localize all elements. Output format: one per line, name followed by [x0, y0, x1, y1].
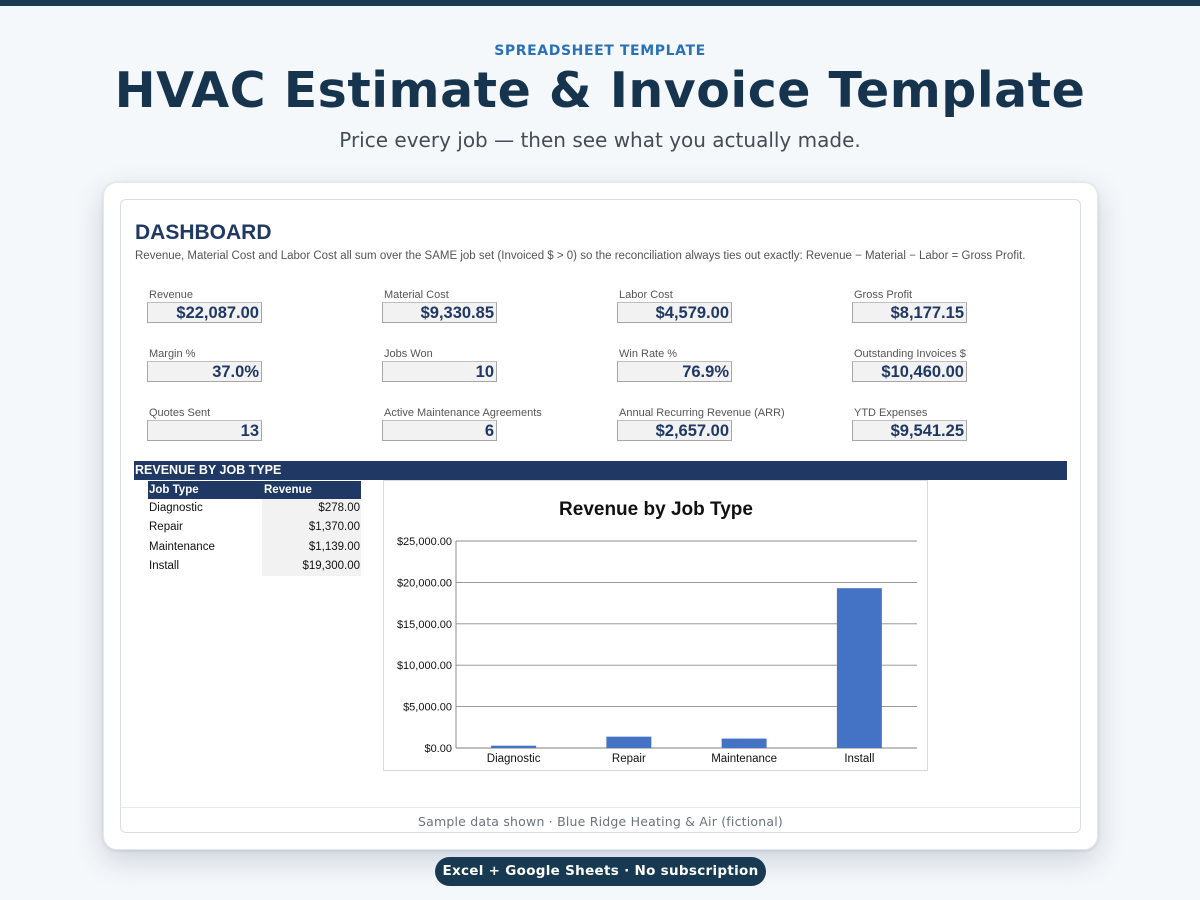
kpi-value[interactable]: $2,657.00: [617, 420, 732, 441]
x-tick-label: Diagnostic: [487, 753, 541, 765]
kpi-ytd-expenses: YTD Expenses $9,541.25: [840, 407, 980, 441]
chart-bars: [491, 588, 882, 748]
job-type-cell[interactable]: Repair: [148, 518, 262, 537]
kpi-label: Annual Recurring Revenue (ARR): [619, 407, 785, 419]
kpi-label: Win Rate %: [619, 348, 678, 360]
table-row: Diagnostic $278.00: [148, 499, 361, 519]
page-title: HVAC Estimate & Invoice Template: [114, 62, 1086, 119]
job-type-cell[interactable]: Maintenance: [148, 538, 262, 557]
kpi-value[interactable]: 10: [382, 361, 497, 382]
table-row: Maintenance $1,139.00: [148, 537, 361, 557]
y-tick-label: $5,000.00: [403, 702, 452, 714]
kpi-outstanding-invoices: Outstanding Invoices $ $10,460.00: [840, 348, 980, 382]
kpi-arr: Annual Recurring Revenue (ARR) $2,657.00: [605, 407, 785, 441]
bar-repair[interactable]: [606, 736, 652, 748]
eyebrow-label: SPREADSHEET TEMPLATE: [494, 43, 706, 59]
kpi-value[interactable]: $22,087.00: [147, 302, 262, 323]
kpi-quotes-sent: Quotes Sent 13: [135, 407, 275, 441]
y-tick-label: $10,000.00: [397, 660, 452, 672]
y-tick-label: $15,000.00: [397, 619, 452, 631]
kpi-label: Outstanding Invoices $: [854, 348, 966, 360]
column-header-revenue[interactable]: Revenue: [262, 481, 361, 499]
platform-badge: Excel + Google Sheets · No subscription: [435, 857, 766, 886]
kpi-value[interactable]: 37.0%: [147, 361, 262, 382]
kpi-label: Material Cost: [384, 289, 449, 301]
kpi-label: Jobs Won: [384, 348, 433, 360]
y-tick-label: $0.00: [424, 743, 452, 755]
kpi-margin: Margin % 37.0%: [135, 348, 275, 382]
kpi-label: Revenue: [149, 289, 194, 301]
kpi-label: Margin %: [149, 348, 196, 360]
kpi-jobs-won: Jobs Won 10: [370, 348, 510, 382]
x-tick-label: Repair: [612, 753, 646, 765]
revenue-cell[interactable]: $1,370.00: [262, 518, 361, 538]
bar-install[interactable]: [836, 588, 882, 748]
kpi-value[interactable]: $9,330.85: [382, 302, 497, 323]
kpi-label: Gross Profit: [854, 289, 913, 301]
chart-svg: Revenue by Job Type $0.00 $5,000.00 $10,00…: [397, 499, 917, 765]
kpi-value[interactable]: $9,541.25: [852, 420, 967, 441]
kpi-revenue: Revenue $22,087.00: [135, 289, 275, 323]
kpi-label: Quotes Sent: [149, 407, 211, 419]
kpi-label: Active Maintenance Agreements: [384, 407, 542, 419]
bar-diagnostic[interactable]: [491, 745, 537, 748]
y-tick-label: $25,000.00: [397, 536, 452, 548]
kpi-value[interactable]: 76.9%: [617, 361, 732, 382]
dashboard-title: DASHBOARD: [135, 221, 272, 244]
job-type-cell[interactable]: Install: [148, 557, 262, 576]
kpi-label: Labor Cost: [619, 289, 673, 301]
top-accent-bar: [0, 0, 1200, 6]
chart-title: Revenue by Job Type: [559, 499, 753, 520]
kpi-value[interactable]: $8,177.15: [852, 302, 967, 323]
sample-data-note: Sample data shown · Blue Ridge Heating &…: [121, 807, 1080, 832]
revenue-cell[interactable]: $19,300.00: [262, 556, 361, 577]
preview-card: DASHBOARD Revenue, Material Cost and Lab…: [103, 182, 1098, 850]
chart-x-labels: Diagnostic Repair Maintenance Install: [487, 753, 875, 765]
x-tick-label: Maintenance: [711, 753, 777, 765]
table-row: Repair $1,370.00: [148, 518, 361, 538]
page-subtitle: Price every job — then see what you actu…: [339, 128, 861, 152]
table-header-row: Job Type Revenue: [148, 481, 361, 499]
kpi-win-rate: Win Rate % 76.9%: [605, 348, 745, 382]
kpi-labor-cost: Labor Cost $4,579.00: [605, 289, 745, 323]
y-tick-label: $20,000.00: [397, 577, 452, 589]
column-header-job-type[interactable]: Job Type: [148, 481, 262, 499]
spreadsheet-preview: DASHBOARD Revenue, Material Cost and Lab…: [120, 199, 1081, 833]
table-row: Install $19,300.00: [148, 556, 361, 577]
kpi-active-agreements: Active Maintenance Agreements 6: [370, 407, 542, 441]
kpi-gross-profit: Gross Profit $8,177.15: [840, 289, 980, 323]
revenue-chart[interactable]: Revenue by Job Type $0.00 $5,000.00 $10,00…: [383, 480, 928, 771]
kpi-value[interactable]: $4,579.00: [617, 302, 732, 323]
bar-maintenance[interactable]: [721, 738, 767, 748]
x-tick-label: Install: [844, 753, 874, 765]
kpi-label: YTD Expenses: [854, 407, 928, 419]
kpi-value[interactable]: 13: [147, 420, 262, 441]
revenue-cell[interactable]: $1,139.00: [262, 537, 361, 557]
kpi-value[interactable]: $10,460.00: [852, 361, 967, 382]
section-header-revenue: REVENUE BY JOB TYPE: [134, 461, 1067, 480]
job-type-cell[interactable]: Diagnostic: [148, 499, 262, 518]
revenue-cell[interactable]: $278.00: [262, 499, 361, 519]
dashboard-note: Revenue, Material Cost and Labor Cost al…: [135, 250, 1026, 262]
kpi-material-cost: Material Cost $9,330.85: [370, 289, 510, 323]
kpi-value[interactable]: 6: [382, 420, 497, 441]
revenue-table: Job Type Revenue Diagnostic $278.00 Repa…: [148, 481, 361, 577]
